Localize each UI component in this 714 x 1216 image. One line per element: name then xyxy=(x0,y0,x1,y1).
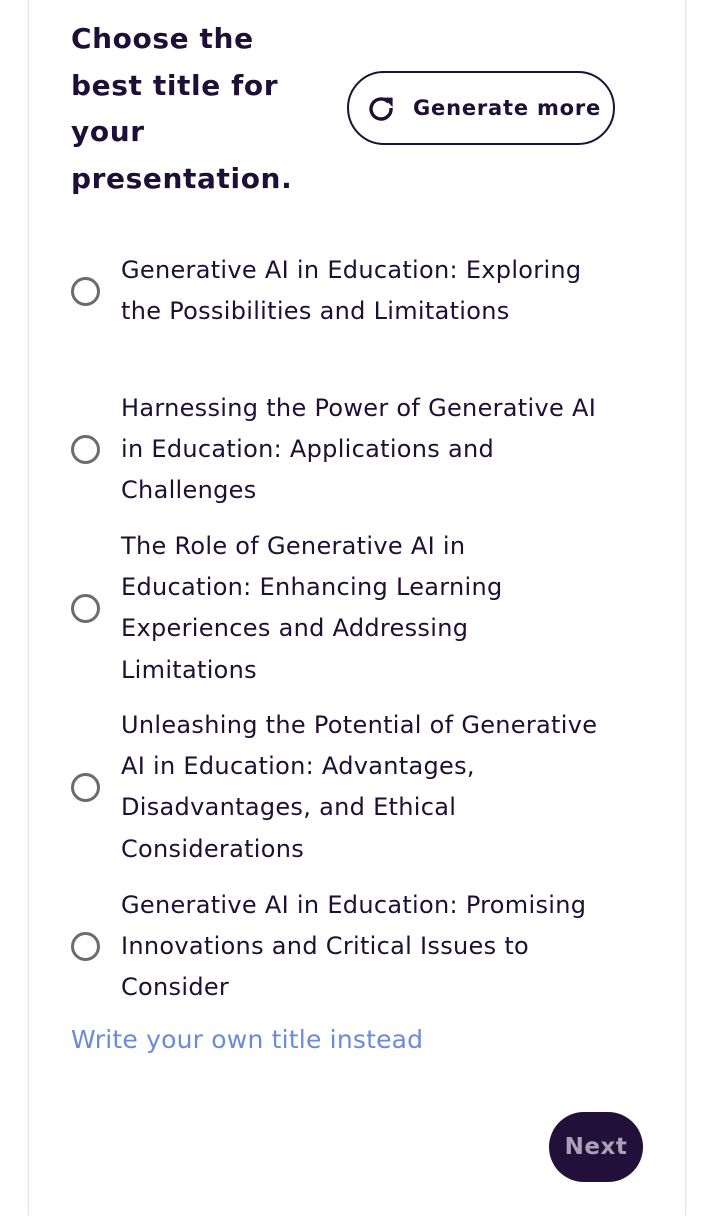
option-label: Harnessing the Power of Generative AI in… xyxy=(121,394,597,505)
write-own-title-link[interactable]: Write your own title instead xyxy=(71,1025,423,1054)
page-title: Choose the best title for your presentat… xyxy=(71,22,293,195)
next-button[interactable]: Next xyxy=(549,1112,643,1182)
option-label: Generative AI in Education: Promising In… xyxy=(121,891,587,1002)
radio-button[interactable] xyxy=(71,932,100,962)
option-label: The Role of Generative AI in Education: … xyxy=(121,532,503,684)
title-option-2[interactable]: Harnessing the Power of Generative AI in… xyxy=(68,388,608,512)
title-option-4[interactable]: Unleashing the Potential of Generative A… xyxy=(68,705,608,870)
radio-button[interactable] xyxy=(71,593,100,623)
radio-button[interactable] xyxy=(71,435,100,465)
generate-more-label: Generate more xyxy=(413,96,602,120)
generate-more-button[interactable]: Generate more xyxy=(347,71,615,145)
radio-button[interactable] xyxy=(71,772,100,802)
option-label: Unleashing the Potential of Generative A… xyxy=(121,711,598,863)
title-option-5[interactable]: Generative AI in Education: Promising In… xyxy=(68,885,608,1009)
option-label: Generative AI in Education: Exploring th… xyxy=(121,256,582,326)
title-option-3[interactable]: The Role of Generative AI in Education: … xyxy=(68,526,608,691)
radio-button[interactable] xyxy=(71,276,100,306)
title-option-1[interactable]: Generative AI in Education: Exploring th… xyxy=(68,250,608,332)
refresh-icon xyxy=(366,93,396,123)
